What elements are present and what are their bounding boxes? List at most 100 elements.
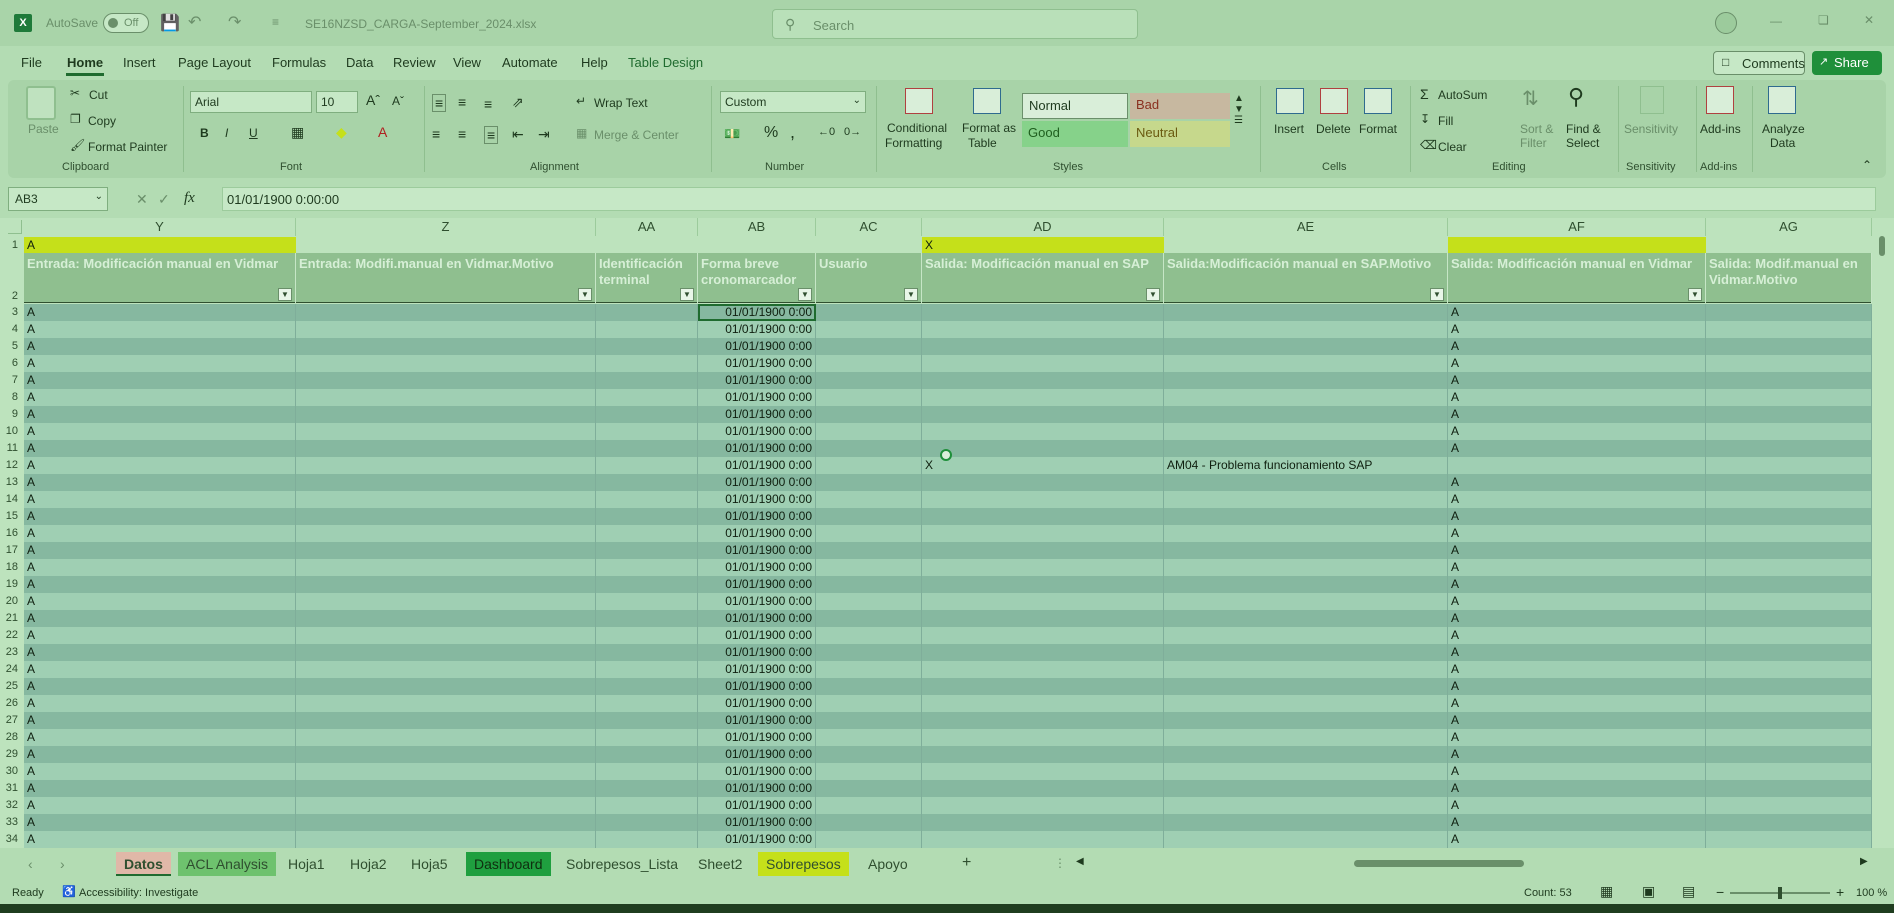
table-cell[interactable]: A — [24, 627, 296, 644]
column-header-ae[interactable]: AE — [1164, 218, 1448, 236]
table-cell[interactable] — [922, 304, 1164, 321]
tab-options-icon[interactable]: ⋮ — [1054, 856, 1066, 870]
table-cell[interactable]: A — [1448, 593, 1706, 610]
table-cell[interactable] — [596, 542, 698, 559]
table-cell[interactable] — [1164, 338, 1448, 355]
table-cell[interactable]: 01/01/1900 0:00 — [698, 831, 816, 848]
hscroll-right-icon[interactable]: ▶ — [1860, 856, 1868, 867]
table-cell[interactable] — [816, 763, 922, 780]
table-cell[interactable]: A — [24, 355, 296, 372]
table-cell[interactable] — [922, 440, 1164, 457]
table-cell[interactable] — [1164, 372, 1448, 389]
row-header-2[interactable]: 2 — [0, 288, 22, 304]
table-cell[interactable] — [816, 491, 922, 508]
table-cell[interactable]: A — [24, 338, 296, 355]
row-header[interactable]: 16 — [0, 525, 22, 542]
delete-cells-icon[interactable] — [1320, 88, 1348, 114]
underline-icon[interactable]: U — [249, 126, 258, 140]
font-size-select[interactable]: 10 — [316, 91, 358, 113]
table-header-cell[interactable]: Entrada: Modificación manual en Vidmar ▼ — [24, 253, 296, 303]
table-cell[interactable]: A — [1448, 610, 1706, 627]
row-header[interactable]: 30 — [0, 763, 22, 780]
column-header-ab[interactable]: AB — [698, 218, 816, 236]
filter-dropdown-icon[interactable]: ▼ — [798, 288, 812, 301]
row-header[interactable]: 9 — [0, 406, 22, 423]
account-icon[interactable] — [1715, 12, 1737, 34]
sheet-next-icon[interactable]: › — [60, 856, 65, 872]
table-cell[interactable] — [816, 321, 922, 338]
table-cell[interactable] — [296, 355, 596, 372]
column-header-ad[interactable]: AD — [922, 218, 1164, 236]
table-cell[interactable] — [1706, 695, 1872, 712]
table-cell[interactable] — [296, 542, 596, 559]
table-cell[interactable]: 01/01/1900 0:00 — [698, 780, 816, 797]
autosum-button[interactable]: AutoSum — [1438, 88, 1487, 102]
table-cell[interactable] — [1706, 814, 1872, 831]
table-cell[interactable]: A — [24, 661, 296, 678]
customize-qat-icon[interactable]: ≡ — [272, 15, 279, 29]
table-cell[interactable] — [296, 525, 596, 542]
table-cell[interactable] — [922, 814, 1164, 831]
table-cell[interactable]: A — [24, 440, 296, 457]
table-cell[interactable] — [1164, 661, 1448, 678]
zoom-out-icon[interactable]: − — [1716, 884, 1724, 900]
row-header[interactable]: 3 — [0, 304, 22, 321]
table-cell[interactable]: 01/01/1900 0:00 — [698, 712, 816, 729]
row-header[interactable]: 19 — [0, 576, 22, 593]
table-cell[interactable] — [922, 644, 1164, 661]
table-cell[interactable]: A — [1448, 763, 1706, 780]
sheet-tab-dashboard[interactable]: Dashboard — [466, 852, 551, 876]
sheet-tab-sobrepesos-lista[interactable]: Sobrepesos_Lista — [558, 852, 686, 876]
table-cell[interactable] — [1164, 831, 1448, 848]
table-cell[interactable] — [296, 814, 596, 831]
sheet-tab-datos[interactable]: Datos — [116, 852, 171, 876]
table-cell[interactable] — [1448, 457, 1706, 474]
menu-review[interactable]: Review — [393, 55, 436, 70]
table-cell[interactable]: A — [24, 797, 296, 814]
table-cell[interactable]: A — [24, 525, 296, 542]
table-cell[interactable] — [922, 627, 1164, 644]
table-cell[interactable]: 01/01/1900 0:00 — [698, 508, 816, 525]
share-button[interactable]: ↗ Share — [1812, 51, 1882, 75]
copy-button[interactable]: Copy — [88, 114, 116, 128]
row-header[interactable]: 25 — [0, 678, 22, 695]
zoom-slider-handle[interactable] — [1778, 887, 1782, 899]
horizontal-scroll-thumb[interactable] — [1354, 860, 1524, 867]
table-cell[interactable]: A — [1448, 797, 1706, 814]
table-cell[interactable]: A — [1448, 644, 1706, 661]
table-cell[interactable]: A — [24, 508, 296, 525]
table-cell[interactable]: 01/01/1900 0:00 — [698, 474, 816, 491]
table-cell[interactable] — [1164, 712, 1448, 729]
table-cell[interactable]: 01/01/1900 0:00 — [698, 559, 816, 576]
table-cell[interactable]: A — [1448, 338, 1706, 355]
table-cell[interactable] — [1164, 440, 1448, 457]
table-cell[interactable] — [596, 406, 698, 423]
table-cell[interactable]: 01/01/1900 0:00 — [698, 525, 816, 542]
table-cell[interactable] — [596, 678, 698, 695]
table-cell[interactable] — [1706, 321, 1872, 338]
table-cell[interactable] — [296, 406, 596, 423]
table-header-cell[interactable]: Salida: Modif.manual en Vidmar.Motivo — [1706, 253, 1872, 303]
table-cell[interactable] — [596, 814, 698, 831]
row-header[interactable]: 22 — [0, 627, 22, 644]
table-cell[interactable]: A — [1448, 712, 1706, 729]
redo-icon[interactable]: ↷ — [228, 12, 241, 32]
table-cell[interactable] — [922, 712, 1164, 729]
merge-center-button[interactable]: Merge & Center — [594, 128, 679, 142]
table-cell[interactable] — [816, 661, 922, 678]
sheet-tab-hoja1[interactable]: Hoja1 — [280, 852, 333, 876]
row-header[interactable]: 17 — [0, 542, 22, 559]
column-header-aa[interactable]: AA — [596, 218, 698, 236]
sheet-prev-icon[interactable]: ‹ — [28, 856, 33, 872]
cell-z1[interactable] — [296, 237, 596, 253]
column-header-af[interactable]: AF — [1448, 218, 1706, 236]
table-cell[interactable]: 01/01/1900 0:00 — [698, 372, 816, 389]
table-cell[interactable] — [816, 355, 922, 372]
row-header[interactable]: 7 — [0, 372, 22, 389]
table-cell[interactable] — [296, 457, 596, 474]
table-cell[interactable] — [1164, 355, 1448, 372]
table-cell[interactable] — [1706, 491, 1872, 508]
table-cell[interactable]: 01/01/1900 0:00 — [698, 627, 816, 644]
table-cell[interactable] — [1706, 678, 1872, 695]
table-cell[interactable] — [922, 746, 1164, 763]
